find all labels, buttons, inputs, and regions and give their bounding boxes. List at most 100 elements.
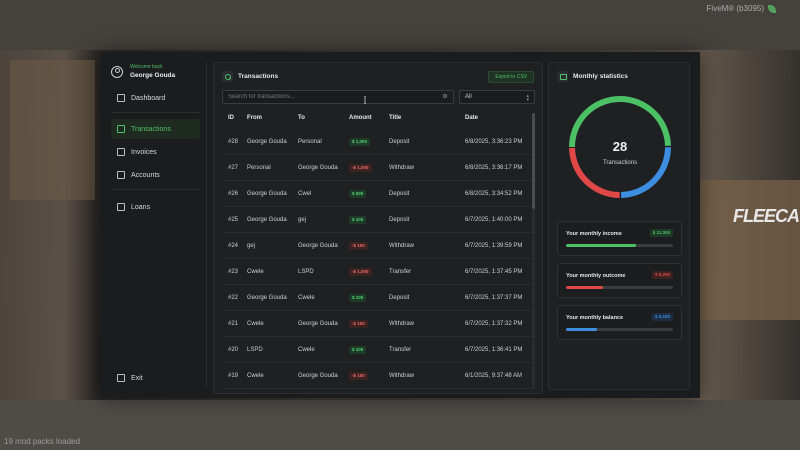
amount-badge: $ 100 — [349, 346, 367, 354]
monthly-balance-bar-fill — [566, 328, 598, 331]
sidebar-item-transactions[interactable]: Transactions — [111, 119, 200, 139]
table-row[interactable]: #25 George Gouda gej Deposit 6/7/2025, 1:40:… — [222, 207, 537, 233]
table-row[interactable]: #21 Cwele George Gouda Withdraw 6/7/2025, 1:… — [222, 311, 537, 337]
row-to: Cwele — [298, 347, 315, 353]
table-row[interactable]: #22 George Gouda Cwele Deposit 6/7/2025, 1:3… — [222, 285, 537, 311]
row-title: Withdraw — [389, 243, 415, 249]
sidebar-item-invoices[interactable]: Invoices — [111, 142, 200, 162]
row-title: Transfer — [389, 347, 412, 353]
row-from: LSPD — [247, 347, 263, 353]
row-title: Deposit — [389, 217, 410, 223]
amount-badge: $ 100 — [349, 216, 367, 224]
search-icon — [443, 94, 447, 98]
welcome-text: Welcome back — [130, 64, 163, 70]
table-row[interactable]: #26 George Gouda Cwel Deposit 6/8/2025, 3:34… — [222, 181, 537, 207]
row-id: #26 — [228, 191, 239, 197]
table-row[interactable]: #27 Personal George Gouda Withdraw 6/8/2025,… — [222, 155, 537, 181]
row-id: #25 — [228, 217, 239, 223]
fivem-version: FiveM® (b3095) — [707, 4, 776, 13]
monthly-income-card: Your monthly income $ 11,300 — [557, 221, 682, 256]
row-from: George Gouda — [247, 295, 287, 301]
row-id: #28 — [228, 139, 239, 145]
amount-badge: -$ 1,000 — [349, 164, 372, 172]
user-name: George Gouda — [130, 72, 176, 79]
transactions-header: Transactions — [222, 71, 278, 82]
dashboard-icon — [117, 94, 125, 102]
user-info: Welcome back George Gouda — [111, 64, 175, 79]
table-scrollbar[interactable] — [532, 113, 535, 389]
row-title: Deposit — [389, 139, 410, 145]
row-id: #22 — [228, 295, 239, 301]
row-date: 6/1/2025, 9:37:48 AM — [465, 373, 523, 379]
row-id: #24 — [228, 243, 239, 249]
transactions-count-label: Transactions — [602, 160, 638, 166]
row-from: Cwele — [247, 373, 264, 379]
row-date: 6/8/2025, 3:36:17 PM — [465, 165, 523, 171]
column-header-id: ID — [228, 115, 234, 121]
row-from: Personal — [247, 165, 271, 171]
mod-packs-status: 19 mod packs loaded — [4, 437, 81, 446]
row-from: Cwele — [247, 321, 264, 327]
monthly-balance-bar — [566, 328, 673, 331]
row-to: George Gouda — [298, 373, 338, 379]
ceiling-beam — [0, 0, 800, 50]
sidebar-item-label: Transactions — [131, 125, 171, 133]
monthly-balance-card: Your monthly balance $ 5,100 — [557, 305, 682, 340]
amount-badge: $ 500 — [349, 190, 367, 198]
filter-select[interactable]: All ▴ ▾ — [459, 90, 535, 104]
fleeca-logo: FLEECA — [733, 206, 800, 226]
amount-badge: -$ 100 — [349, 320, 368, 328]
row-to: LSPD — [298, 269, 314, 275]
exit-button[interactable]: Exit — [111, 368, 200, 388]
column-header-title: Title — [389, 115, 402, 121]
floor — [0, 400, 800, 450]
filter-selected-value: All — [465, 94, 472, 100]
user-avatar-icon — [111, 65, 123, 78]
sidebar-item-loans[interactable]: Loans — [111, 197, 200, 217]
row-date: 6/7/2025, 1:37:37 PM — [465, 295, 523, 301]
background-counter — [700, 180, 800, 320]
search-input[interactable] — [222, 90, 454, 104]
monthly-outcome-label: Your monthly outcome — [566, 273, 626, 279]
monthly-balance-value: $ 5,100 — [651, 313, 673, 321]
table-row[interactable]: #24 gej George Gouda Withdraw 6/7/2025, 1:39… — [222, 233, 537, 259]
calendar-icon — [557, 71, 568, 82]
row-date: 6/8/2025, 3:36:23 PM — [465, 139, 523, 145]
table-row[interactable]: #19 Cwele George Gouda Withdraw 6/1/2025, 9:… — [222, 363, 537, 389]
row-from: George Gouda — [247, 217, 287, 223]
column-header-to: To — [298, 115, 305, 121]
row-id: #19 — [228, 373, 239, 379]
amount-badge: $ 1,000 — [349, 138, 371, 146]
sidebar-item-accounts[interactable]: Accounts — [111, 165, 200, 185]
row-date: 6/7/2025, 1:40:00 PM — [465, 217, 523, 223]
export-csv-button[interactable]: Export to CSV — [488, 71, 534, 83]
row-title: Transfer — [389, 269, 412, 275]
row-from: George Gouda — [247, 139, 287, 145]
row-from: gej — [247, 243, 256, 249]
statistics-header: Monthly statistics — [557, 71, 628, 82]
column-header-amount: Amount — [349, 115, 372, 121]
monthly-income-bar-fill — [566, 244, 636, 247]
table-row[interactable]: #20 LSPD Cwele Transfer 6/7/2025, 1:36:41 PM… — [222, 337, 537, 363]
sidebar-item-dashboard[interactable]: Dashboard — [111, 88, 200, 108]
row-date: 6/8/2025, 3:34:52 PM — [465, 191, 523, 197]
sidebar-separator — [206, 62, 207, 388]
amount-badge: $ 100 — [349, 294, 367, 302]
row-id: #23 — [228, 269, 239, 275]
row-from: George Gouda — [247, 191, 287, 197]
transactions-card: Transactions Export to CSV All ▴▾ ID Fro… — [213, 62, 543, 394]
amount-badge: -$ 1,000 — [349, 268, 372, 276]
row-date: 6/7/2025, 1:36:41 PM — [465, 347, 523, 353]
sidebar-divider — [111, 189, 200, 190]
row-to: Cwel — [298, 191, 312, 197]
table-row[interactable]: #28 George Gouda Personal Deposit 6/8/2025, … — [222, 129, 537, 155]
accounts-icon — [117, 171, 125, 179]
row-to: gej — [298, 217, 307, 223]
scrollbar-thumb[interactable] — [532, 113, 535, 209]
row-from: Cwele — [247, 269, 264, 275]
amount-badge: -$ 100 — [349, 242, 368, 250]
amount-badge: -$ 100 — [349, 372, 368, 380]
table-row[interactable]: #23 Cwele LSPD Transfer 6/7/2025, 1:37:45 PM… — [222, 259, 537, 285]
monthly-outcome-bar — [566, 286, 673, 289]
row-id: #21 — [228, 321, 239, 327]
